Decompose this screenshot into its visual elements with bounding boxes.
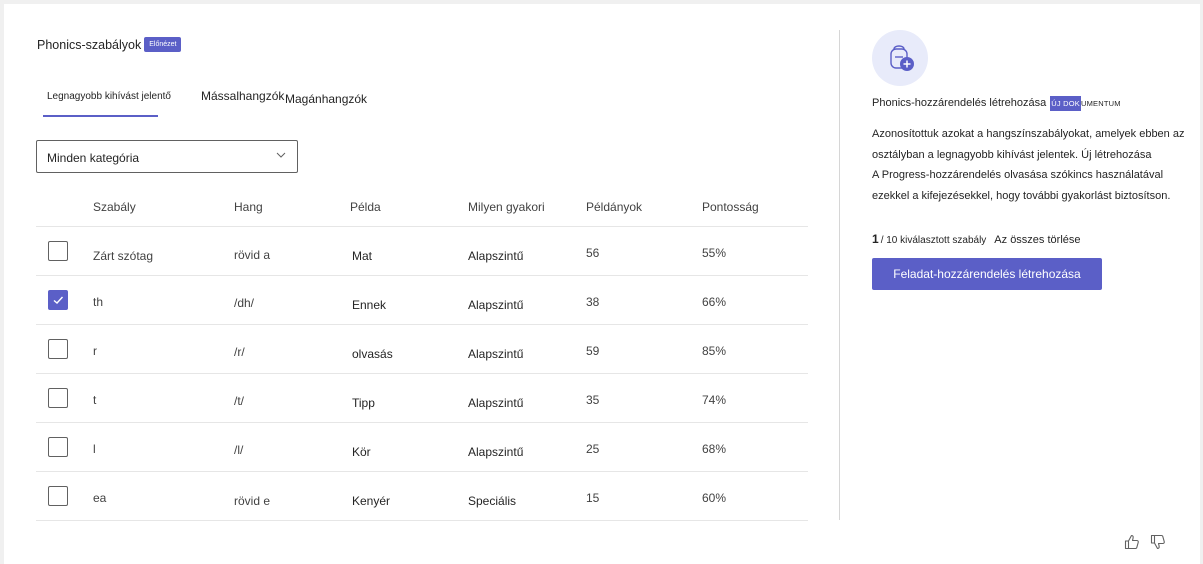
cell-accuracy: 74% [702, 393, 727, 407]
cell-rule: th [93, 295, 104, 309]
cell-sound: rövid e [234, 494, 271, 508]
cell-instances: 15 [586, 491, 600, 505]
chevron-down-icon [276, 152, 286, 158]
column-header-rule[interactable]: Szabály [93, 200, 136, 214]
cell-sound: /l/ [234, 443, 244, 457]
column-header-sound[interactable]: Hang [234, 200, 263, 214]
cell-frequency: Alapszintű [468, 445, 524, 459]
new-document-badge: ÚJ DOKUMENTUM [1050, 95, 1121, 111]
thumbs-down-icon[interactable] [1149, 533, 1167, 551]
description-line: Azonosítottuk azokat a hangszínszabályok… [872, 128, 1185, 140]
cell-frequency: Alapszintű [468, 347, 524, 361]
row-checkbox[interactable] [48, 486, 68, 506]
cell-accuracy: 66% [702, 295, 727, 309]
page-header: Phonics-szabályok Előnézet [37, 37, 182, 52]
cell-sound: /t/ [234, 394, 245, 408]
cell-rule: Zárt szótag [93, 249, 154, 263]
column-header-example[interactable]: Példa [350, 200, 381, 214]
row-checkbox[interactable] [48, 388, 68, 408]
tab-selected-indicator [43, 115, 158, 117]
description-line: ezekkel a kifejezésekkel, hogy további g… [872, 189, 1171, 202]
new-document-badge-rest: UMENTUM [1080, 98, 1121, 108]
preview-badge: Előnézet [144, 37, 182, 52]
cell-example: Ennek [352, 298, 387, 312]
cell-sound: /r/ [234, 345, 245, 359]
cell-frequency: Alapszintű [468, 249, 524, 263]
cell-instances: 38 [586, 295, 600, 309]
column-header-frequency[interactable]: Milyen gyakori [468, 200, 545, 214]
table-row[interactable]: r/r/olvasás Alapszintű 59 85% [36, 325, 808, 374]
row-checkbox[interactable] [48, 339, 68, 359]
cell-rule: l [93, 442, 96, 456]
rules-table: Szabály Hang Példa Milyen gyakori Példán… [36, 190, 808, 521]
table-row[interactable]: t/t/Tipp Alapszintű 35 74% [36, 374, 808, 423]
selected-count-label: / 10 kiválasztott szabály [880, 235, 987, 246]
cell-frequency: Speciális [468, 494, 517, 508]
cell-instances: 25 [586, 442, 600, 456]
side-panel-description: Azonosítottuk azokat a hangszínszabályok… [872, 124, 1190, 206]
cell-example: Mat [352, 249, 373, 263]
column-header-accuracy[interactable]: Pontosság [702, 200, 759, 214]
row-checkbox[interactable] [48, 241, 68, 261]
cell-accuracy: 60% [702, 491, 727, 505]
cell-accuracy: 68% [702, 442, 727, 456]
cell-example: olvasás [352, 347, 393, 361]
checkmark-icon [53, 296, 64, 304]
table-row[interactable]: l/l/Kör Alapszintű 25 68% [36, 423, 808, 472]
selection-summary: 1 / 10 kiválasztott szabály Az összes tö… [872, 232, 1081, 246]
cell-instances: 35 [586, 393, 600, 407]
panel-divider [839, 30, 840, 520]
cell-sound: rövid a [234, 248, 271, 262]
description-line: osztályban a legnagyobb kihívást jelente… [872, 148, 1152, 161]
cell-frequency: Alapszintű [468, 396, 524, 410]
cell-frequency: Alapszintű [468, 298, 524, 312]
new-document-badge-highlight: ÚJ DOK [1050, 95, 1081, 111]
category-dropdown-value: Minden kategória [47, 151, 140, 165]
row-checkbox[interactable] [48, 437, 68, 457]
category-dropdown[interactable]: Minden kategória [36, 140, 298, 173]
cell-instances: 59 [586, 344, 600, 358]
tab-vowels[interactable]: Magánhangzók [285, 92, 367, 106]
cell-example: Kenyér [352, 494, 391, 508]
table-header: Szabály Hang Példa Milyen gyakori Példán… [36, 190, 808, 227]
assignment-avatar [872, 30, 928, 86]
cell-instances: 56 [586, 246, 600, 260]
clear-all-link[interactable]: Az összes törlése [994, 234, 1080, 246]
tab-most-challenging[interactable]: Legnagyobb kihívást jelentő [47, 91, 171, 102]
page-title: Phonics-szabályok [37, 37, 142, 52]
selected-count: 1 [872, 232, 879, 246]
cell-accuracy: 55% [702, 246, 727, 260]
row-checkbox[interactable] [48, 290, 68, 310]
table-row[interactable]: ea rövid e Kenyér Speciális 15 60% [36, 472, 808, 521]
cell-accuracy: 85% [702, 344, 727, 358]
tab-consonants[interactable]: Mássalhangzók [201, 89, 284, 103]
side-panel-title-row: Phonics-hozzárendelés létrehozása ÚJ DOK… [872, 95, 1121, 111]
column-header-instances[interactable]: Példányok [586, 200, 642, 214]
cell-example: Tipp [352, 396, 375, 410]
cell-rule: r [93, 344, 97, 358]
table-row[interactable]: th/dh/Ennek Alapszintű 38 66% [36, 276, 808, 325]
side-panel-title: Phonics-hozzárendelés létrehozása [872, 97, 1047, 109]
cell-rule: t [93, 393, 97, 407]
cell-sound: /dh/ [234, 296, 255, 310]
thumbs-up-icon[interactable] [1123, 533, 1141, 551]
cell-rule: ea [93, 491, 107, 505]
cell-example: Kör [352, 445, 371, 459]
table-row[interactable]: Zárt szótag rövid a Mat Alapszintű 56 55% [36, 227, 808, 276]
backpack-add-icon [890, 45, 914, 71]
create-assignment-button[interactable]: Feladat-hozzárendelés létrehozása [872, 258, 1102, 290]
description-line: A Progress-hozzárendelés olvasása szókin… [872, 169, 1164, 181]
